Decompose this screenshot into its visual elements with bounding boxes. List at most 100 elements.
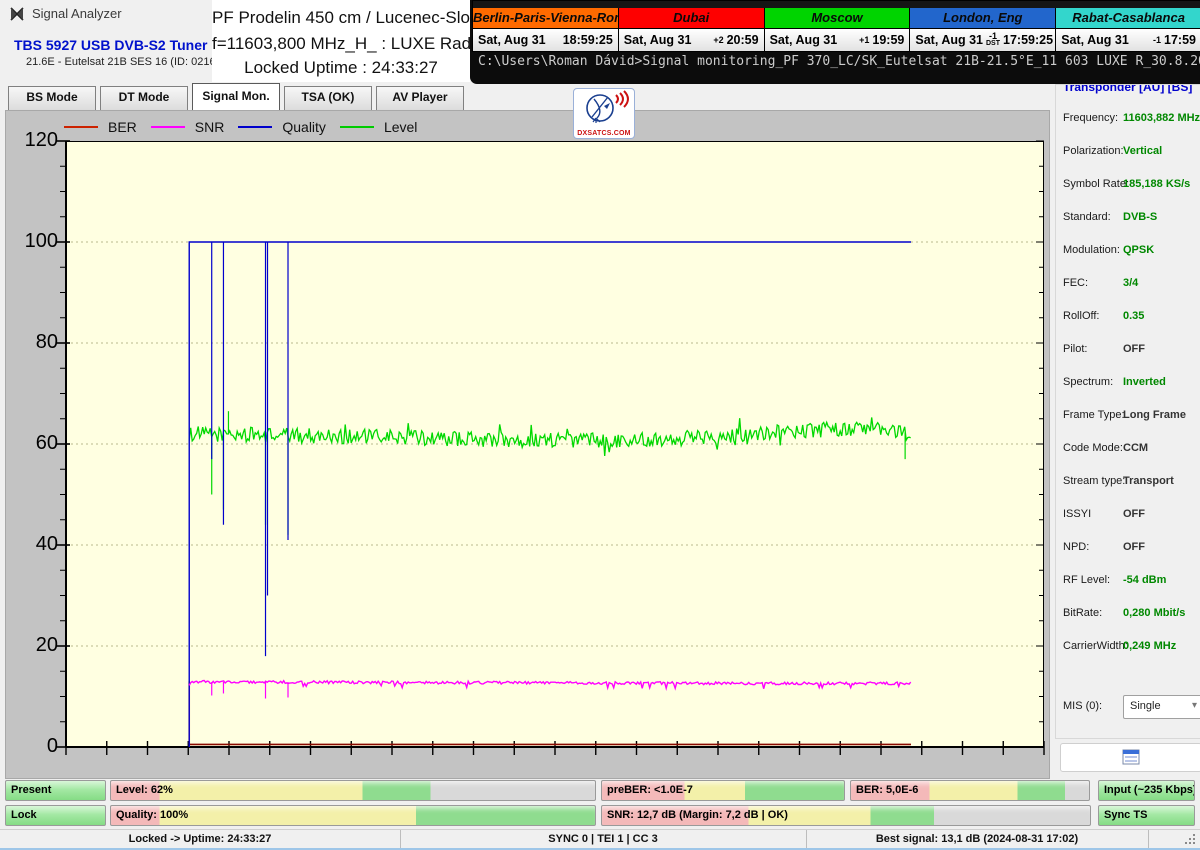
transponder-row-label: Stream type: [1063,475,1125,487]
clock-columns: Berlin-Paris-Vienna-RomaSat, Aug 3118:59… [473,8,1200,51]
indicator-ber: BER: 5,0E-6 [850,780,1090,801]
indicator-preber: preBER: <1.0E-7 [601,780,845,801]
transponder-row-label: Polarization: [1063,145,1124,157]
world-clock-window[interactable]: Berlin-Paris-Vienna-RomaSat, Aug 3118:59… [472,0,1200,52]
transponder-title: Transponder [AU] [BS] [1063,84,1192,94]
transponder-row-value: OFF [1123,508,1145,520]
transponder-row-value: QPSK [1123,244,1154,256]
transponder-row-value: 3/4 [1123,277,1138,289]
transponder-row-value: CCM [1123,442,1148,454]
y-tick-label-40: 40 [14,533,58,556]
transponder-row-value: 0,249 MHz [1123,640,1176,652]
transponder-row-value: OFF [1123,343,1145,355]
legend-label: Quality [282,119,326,135]
transponder-row-value: 0,280 Mbit/s [1123,607,1185,619]
transponder-row-label: Standard: [1063,211,1111,223]
toolbar-button-tsa-ok-[interactable]: TSA (OK) [284,86,372,111]
clock-utc-offset: -1 [1150,37,1164,44]
legend-label: Level [384,119,417,135]
clock-offset-dst: DST [986,40,1000,47]
legend-item-level: Level [340,119,417,135]
toolbar-button-dt-mode[interactable]: DT Mode [100,86,188,111]
y-tick-label-120: 120 [14,129,58,152]
chart-legend: BER SNR Quality Level [64,119,417,135]
clock-column-5: Rabat-CasablancaSat, Aug 31-117:59 [1055,8,1200,51]
clock-offset-value: +2 [713,37,723,44]
satellite-dish-icon [574,89,632,127]
antenna-location: PF Prodelin 450 cm / Lucenec-Slovakia [212,8,470,28]
y-tick-label-60: 60 [14,432,58,455]
mis-selected-value: Single [1130,700,1161,712]
transponder-row-label: FEC: [1063,277,1088,289]
transponder-row-value: OFF [1123,541,1145,553]
clock-time-value: 20:59 [727,33,759,47]
transponder-row-value: Long Frame [1123,409,1186,421]
clock-time-row: Sat, Aug 31-117:59 [1056,29,1200,51]
indicator-sync-ts: Sync TS [1098,805,1195,826]
status-bar: Locked -> Uptime: 24:33:27SYNC 0 | TEI 1… [0,829,1200,849]
transponder-row-label: CarrierWidth: [1063,640,1128,652]
signal-chart-panel: BERSNRQualityLevel 020406080100120 [5,110,1050,779]
clock-date: Sat, Aug 31 [1061,33,1129,47]
clock-time-row: Sat, Aug 31-1DST17:59:25 [910,29,1055,51]
clock-column-1: Berlin-Paris-Vienna-RomaSat, Aug 3118:59… [473,8,618,51]
clock-date: Sat, Aug 31 [770,33,838,47]
locked-uptime: Locked Uptime : 24:33:27 [212,58,470,78]
status-cell-1: Locked -> Uptime: 24:33:27 [0,830,401,849]
legend-swatch-quality [238,126,272,128]
indicator-present: Present [5,780,106,801]
indicator-input-235-kbps-: Input (~235 Kbps) [1098,780,1195,801]
signal-analyzer-window: Signal Analyzer TBS 5927 USB DVB-S2 Tune… [0,0,1200,850]
mis-dropdown[interactable]: Single ▾ [1123,695,1200,719]
legend-swatch-level [340,126,374,128]
clock-time-row: Sat, Aug 31+220:59 [619,29,764,51]
transponder-row-label: RF Level: [1063,574,1110,586]
clock-date: Sat, Aug 31 [478,33,546,47]
indicator-level: Level: 62% [110,780,596,801]
clock-city-label: Dubai [619,8,764,29]
transponder-row-value: 0.35 [1123,310,1144,322]
chevron-down-icon: ▾ [1192,696,1197,716]
app-icon [9,6,25,22]
transponder-row-label: Code Mode: [1063,442,1123,454]
clock-offset-value: -1 [989,33,997,40]
indicator-quality: Quality: 100% [110,805,596,826]
legend-swatch-ber [64,126,98,128]
clock-column-4: London, EngSat, Aug 31-1DST17:59:25 [909,8,1055,51]
transponder-row-value: -54 dBm [1123,574,1166,586]
transponder-row-label: Symbol Rate: [1063,178,1129,190]
clock-time-row: Sat, Aug 3118:59:25 [473,29,618,51]
transponder-list-button[interactable] [1060,743,1200,772]
signal-chart-plot [66,141,1044,747]
transponder-row-label: ISSYI [1063,508,1091,520]
transponder-row-value: Inverted [1123,376,1166,388]
toolbar-button-signal-mon-[interactable]: Signal Mon. [192,83,280,112]
monitoring-header-panel: PF Prodelin 450 cm / Lucenec-Slovakia f=… [212,0,470,82]
y-tick-label-20: 20 [14,634,58,657]
resize-grip[interactable] [1184,833,1197,846]
table-icon [1122,749,1140,765]
status-cell-2: SYNC 0 | TEI 1 | CC 3 [400,830,807,849]
indicator-snr: SNR: 12,7 dB (Margin: 7,2 dB | OK) [601,805,1091,826]
toolbar-button-bs-mode[interactable]: BS Mode [8,86,96,111]
frequency-service: f=11603,800 MHz_H_ : LUXE Radio [212,34,470,54]
legend-item-ber: BER [64,119,137,135]
toolbar-button-av-player[interactable]: AV Player [376,86,464,111]
legend-item-snr: SNR [151,119,225,135]
transponder-row-value: Vertical [1123,145,1162,157]
transponder-row-value: 11603,882 MHz [1123,112,1200,124]
clock-utc-offset: +1 [856,37,872,44]
clock-window-titlebar [473,1,1200,8]
transponder-row-value: Transport [1123,475,1174,487]
window-title: Signal Analyzer [32,6,122,21]
clock-city-label: London, Eng [910,8,1055,29]
dxsatcs-logo: DXSATCS.COM [573,88,635,139]
clock-city-label: Rabat-Casablanca [1056,8,1200,29]
status-cell-3: Best signal: 13,1 dB (2024-08-31 17:02) [806,830,1149,849]
legend-swatch-snr [151,126,185,128]
legend-item-quality: Quality [238,119,326,135]
clock-offset-value: -1 [1153,37,1161,44]
clock-utc-offset: +2 [710,37,726,44]
transponder-row-label: Pilot: [1063,343,1087,355]
legend-label: SNR [195,119,225,135]
